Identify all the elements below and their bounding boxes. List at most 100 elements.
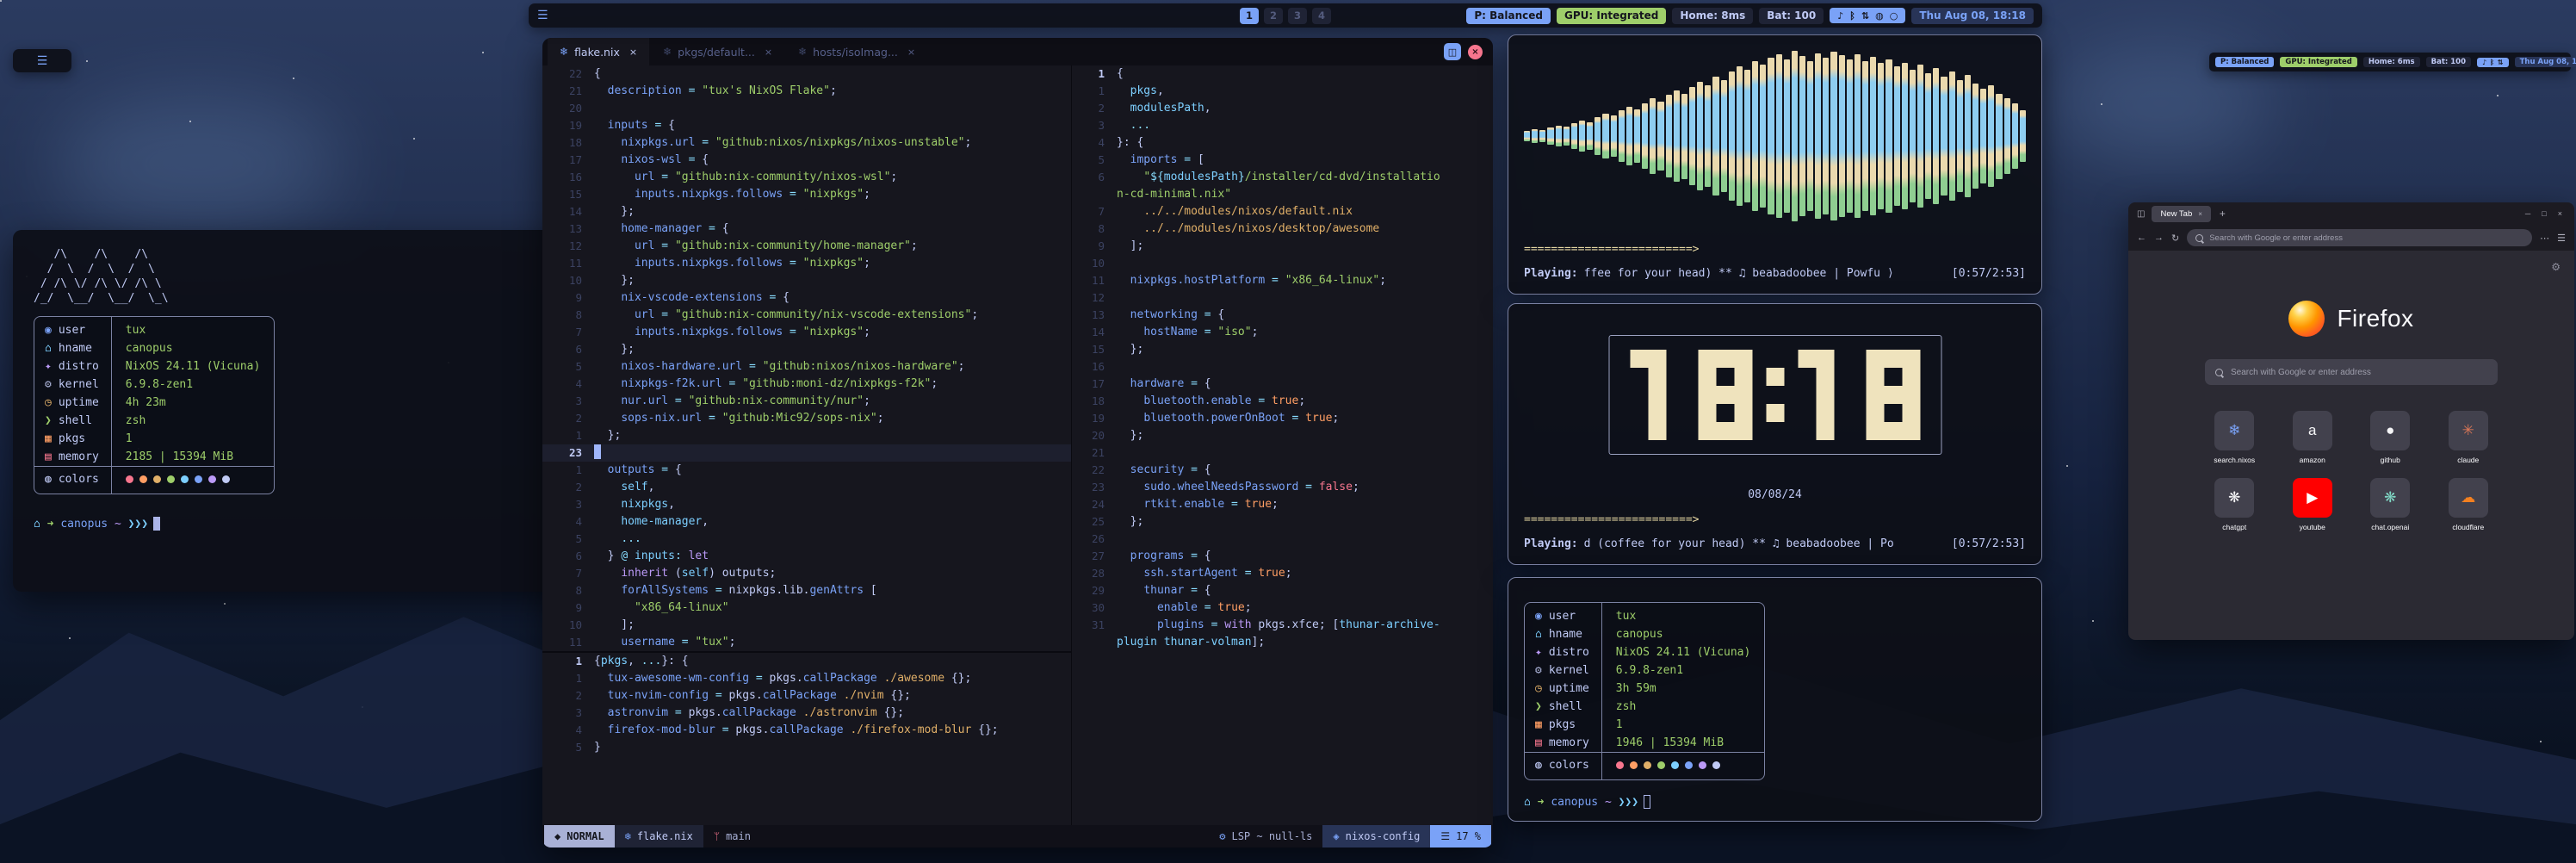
terminal-clock[interactable]: 08/08/24 =========================> Play… xyxy=(1508,303,2042,565)
shortcut-chatgpt[interactable]: ❋chatgpt xyxy=(2214,478,2254,531)
more-tools-icon[interactable]: ⋯ xyxy=(2540,233,2549,244)
firefox-logo xyxy=(2288,301,2325,337)
module-battery[interactable]: Bat: 100 xyxy=(2426,57,2471,67)
code-text: }: { xyxy=(1117,134,1493,152)
line-number: 1 xyxy=(542,462,594,479)
newtab-search-bar[interactable]: Search with Google or enter address xyxy=(2205,359,2498,385)
volume-icon[interactable]: ♪ xyxy=(1837,10,1843,22)
cava-bar xyxy=(1949,71,1955,201)
firefox-view-icon[interactable]: ◫ xyxy=(2137,209,2145,219)
buffer-flake-nix[interactable]: 22{21 description = "tux's NixOS Flake";… xyxy=(542,65,1071,651)
code-text: self, xyxy=(594,479,1071,496)
terminal-music-visualizer[interactable]: =========================> Playing: ffee… xyxy=(1508,34,2042,295)
code-line: 17 nixos-wsl = { xyxy=(542,152,1071,169)
color-dot xyxy=(1616,761,1624,769)
clock-module[interactable]: Thu Aug 08, 18:18 xyxy=(2515,57,2576,67)
line-number: 7 xyxy=(542,565,594,582)
code-token: , xyxy=(628,655,641,667)
buffer-iso-config-nix[interactable]: 1{1 pkgs,2 modulesPath,3 ...4}: {5 impor… xyxy=(1072,65,1493,825)
new-tab-button[interactable]: + xyxy=(2220,208,2226,220)
module-ping[interactable]: Home: 8ms xyxy=(1672,8,1753,24)
code-token: with xyxy=(1224,618,1251,631)
code-text: url = "github:nix-community/nix-vscode-e… xyxy=(594,307,1071,324)
workspace-2[interactable]: 2 xyxy=(1264,8,1283,24)
code-token: = xyxy=(675,636,695,649)
module-battery[interactable]: Bat: 100 xyxy=(1759,8,1824,24)
module-gpu[interactable]: GPU: Integrated xyxy=(1557,8,1666,24)
code-token: { xyxy=(1204,463,1211,476)
shortcut-claude[interactable]: ✳claude xyxy=(2449,411,2488,464)
firefox-window[interactable]: ◫ New Tab × + ─ □ × ← → ↻ Search with Go… xyxy=(2128,202,2574,640)
power-icon[interactable]: ○ xyxy=(1890,10,1898,22)
cava-bar xyxy=(1657,102,1663,170)
network-icon[interactable]: ⇅ xyxy=(2498,59,2504,66)
tab-close-icon[interactable]: × xyxy=(907,47,915,58)
fetch-colors-icon: ◍ xyxy=(1535,756,1542,774)
terminal-fetch-right[interactable]: ◉usertux⌂hnamecanopus✦distroNixOS 24.11 … xyxy=(1508,577,2042,822)
network-icon[interactable]: ⇅ xyxy=(1861,10,1869,22)
tab-close-icon[interactable]: × xyxy=(765,47,772,58)
module-gpu[interactable]: GPU: Integrated xyxy=(2280,57,2356,67)
shortcut-chat-openai[interactable]: ❋chat.openai xyxy=(2370,478,2410,531)
workspace-4[interactable]: 4 xyxy=(1312,8,1331,24)
shortcut-cloudflare[interactable]: ☁cloudflare xyxy=(2449,478,2488,531)
buffer-pkgs-default-nix[interactable]: 1{pkgs, ...}: {1 tux-awesome-wm-config =… xyxy=(542,653,1071,825)
module-power-profile[interactable]: P: Balanced xyxy=(1466,8,1551,24)
clock-module[interactable]: Thu Aug 08, 18:18 xyxy=(1911,8,2034,24)
minimize-button[interactable]: ─ xyxy=(2525,209,2530,218)
code-line: 13 networking = { xyxy=(1072,307,1493,324)
volume-icon[interactable]: ♪ xyxy=(2482,59,2486,66)
code-token: tux-awesome-wm-config xyxy=(608,672,749,685)
tab-close-icon[interactable]: × xyxy=(629,47,637,58)
code-token: true xyxy=(1272,394,1298,407)
code-line: 7 inherit (self) outputs; xyxy=(542,565,1071,582)
bluetooth-icon[interactable]: ᛒ xyxy=(2490,59,2494,66)
back-button[interactable]: ← xyxy=(2137,233,2146,243)
shell-prompt[interactable]: ⌂ ➜ canopus ~ ❯❯❯ xyxy=(1524,795,1650,809)
menu-icon[interactable]: ☰ xyxy=(37,54,48,68)
shortcut-youtube[interactable]: ▶youtube xyxy=(2293,478,2332,531)
personalize-gear-icon[interactable]: ⚙ xyxy=(2551,261,2561,273)
maximize-button[interactable]: □ xyxy=(2542,209,2546,218)
editor-tab-hosts-isoImag-[interactable]: ❄hosts/isoImag...× xyxy=(786,38,927,65)
code-text: nixpkgs.url = "github:nixos/nixpkgs/nixo… xyxy=(594,134,1071,152)
neovim-window[interactable]: ❄flake.nix×❄pkgs/default...×❄hosts/isoIm… xyxy=(542,38,1493,847)
bluetooth-icon[interactable]: ᛒ xyxy=(1849,10,1855,22)
workspace-1[interactable]: 1 xyxy=(1240,8,1259,24)
clock-cell xyxy=(1766,386,1784,404)
prompt-segment: ⌂ xyxy=(1524,796,1538,809)
shortcut-amazon[interactable]: aamazon xyxy=(2293,411,2332,464)
menu-icon[interactable]: ☰ xyxy=(537,9,548,22)
editor-tab-flake-nix[interactable]: ❄flake.nix× xyxy=(548,38,649,65)
sidebar-toggle-button[interactable]: ◫ xyxy=(1444,43,1461,60)
module-power-profile[interactable]: P: Balanced xyxy=(2215,57,2274,67)
code-token xyxy=(594,360,621,373)
notifications-icon[interactable]: ◍ xyxy=(1875,10,1884,22)
code-token: nix-vscode-extensions xyxy=(621,291,762,304)
statusline-filename-icon: ❄ xyxy=(625,830,631,842)
terminal-fetch-left[interactable]: /\ /\ /\ / \ / \ / \ / /\ \/ /\ \/ /\ \ … xyxy=(13,230,583,592)
forward-button[interactable]: → xyxy=(2154,233,2164,243)
fetch-label-text: memory xyxy=(1549,734,1589,752)
code-line: 7 ../../modules/nixos/default.nix xyxy=(1072,203,1493,220)
address-bar[interactable]: Search with Google or enter address xyxy=(2187,229,2532,246)
buffer-close-button[interactable]: × xyxy=(1468,45,1483,59)
line-number: 18 xyxy=(542,134,594,152)
code-token: "github:nix-community/home-manager" xyxy=(675,239,911,252)
reload-button[interactable]: ↻ xyxy=(2171,233,2179,244)
editor-tab-pkgs-default-[interactable]: ❄pkgs/default...× xyxy=(651,38,784,65)
code-text: sudo.wheelNeedsPassword = false; xyxy=(1117,479,1493,496)
module-ping[interactable]: Home: 6ms xyxy=(2363,57,2420,67)
clock-cell xyxy=(1630,368,1648,386)
workspace-3[interactable]: 3 xyxy=(1288,8,1307,24)
browser-tab-new-tab[interactable]: New Tab × xyxy=(2152,206,2210,222)
app-menu-icon[interactable]: ☰ xyxy=(2557,233,2566,244)
close-button[interactable]: × xyxy=(2558,209,2562,218)
shortcut-search-nixos[interactable]: ❄search.nixos xyxy=(2214,411,2255,464)
shortcut-github[interactable]: ●github xyxy=(2370,411,2410,464)
code-token: nur.url xyxy=(621,394,668,407)
fetch-value-user: tux xyxy=(112,317,275,339)
shell-prompt[interactable]: ⌂ ➜ canopus ~ ❯❯❯ xyxy=(34,517,562,531)
tab-close-icon[interactable]: × xyxy=(2198,210,2202,218)
shortcut-amazon-icon: a xyxy=(2293,411,2332,450)
